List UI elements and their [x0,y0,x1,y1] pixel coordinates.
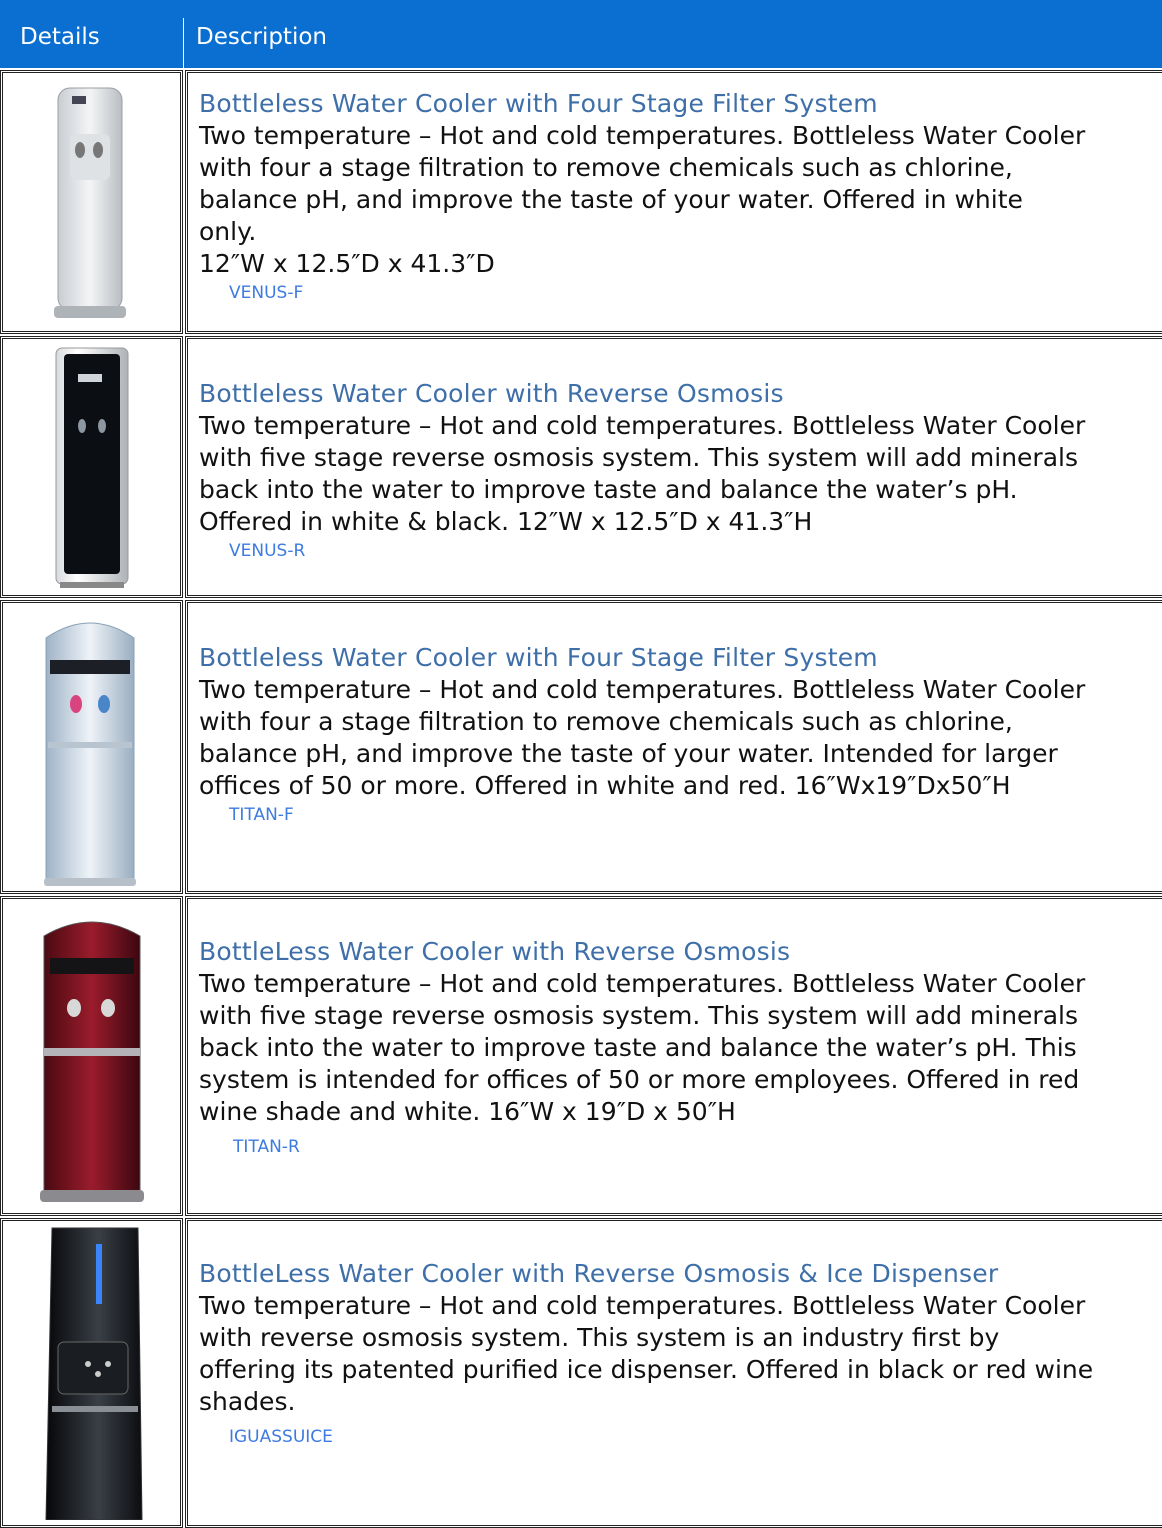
description-column-header: Description [196,24,327,50]
product-description: Bottleless Water Cooler with Four Stage … [187,88,1162,306]
model-link[interactable]: TITAN-F [187,802,1162,828]
model-link[interactable]: VENUS-F [187,280,1162,306]
white-large-water-cooler-icon [44,622,136,886]
product-description: BottleLess Water Cooler with Reverse Osm… [187,1258,1162,1450]
line: back into the water to improve taste and… [199,1033,1077,1062]
line: shades. [199,1387,296,1416]
line: Two temperature – Hot and cold temperatu… [199,675,1086,704]
line: Two temperature – Hot and cold temperatu… [199,121,1086,150]
black-slim-water-cooler-icon [55,347,129,588]
line: offering its patented purified ice dispe… [199,1355,1094,1384]
table-row: BottleLess Water Cooler with Reverse Osm… [0,1218,1162,1528]
header-divider [183,18,184,68]
line: 12″W x 12.5″D x 41.3″D [199,249,495,278]
line: with five stage reverse osmosis system. … [199,443,1078,472]
line: only. [199,217,257,246]
line: with four a stage filtration to remove c… [199,707,1013,736]
model-link[interactable]: TITAN-R [187,1128,1162,1160]
line: system is intended for offices of 50 or … [199,1065,1080,1094]
table-row: Bottleless Water Cooler with Four Stage … [0,600,1162,894]
line: Two temperature – Hot and cold temperatu… [199,411,1086,440]
product-title: Bottleless Water Cooler with Four Stage … [199,89,878,118]
product-title: BottleLess Water Cooler with Reverse Osm… [199,1259,999,1288]
line: balance pH, and improve the taste of you… [199,739,1058,768]
product-description: Bottleless Water Cooler with Four Stage … [187,642,1162,828]
line: balance pH, and improve the taste of you… [199,185,1023,214]
black-ice-dispenser-cooler-icon [45,1227,143,1520]
line: Two temperature – Hot and cold temperatu… [199,1291,1086,1320]
product-description: BottleLess Water Cooler with Reverse Osm… [187,936,1162,1160]
table-header: Details Description [0,0,1162,68]
line: Two temperature – Hot and cold temperatu… [199,969,1086,998]
white-slim-water-cooler-icon [54,87,126,318]
line: offices of 50 or more. Offered in white … [199,771,1011,800]
product-title: Bottleless Water Cooler with Four Stage … [199,643,878,672]
table-row: Bottleless Water Cooler with Reverse Osm… [0,336,1162,598]
product-title: BottleLess Water Cooler with Reverse Osm… [199,937,791,966]
table-row: BottleLess Water Cooler with Reverse Osm… [0,896,1162,1216]
line: Offered in white & black. 12″W x 12.5″D … [199,507,813,536]
line: with five stage reverse osmosis system. … [199,1001,1078,1030]
line: back into the water to improve taste and… [199,475,1018,504]
model-link[interactable]: IGUASSUICE [187,1418,1162,1450]
red-wine-water-cooler-icon [40,921,144,1202]
product-description: Bottleless Water Cooler with Reverse Osm… [187,378,1162,564]
line: with reverse osmosis system. This system… [199,1323,1000,1352]
details-column-header: Details [20,24,100,50]
table-row: Bottleless Water Cooler with Four Stage … [0,70,1162,334]
model-link[interactable]: VENUS-R [187,538,1162,564]
line: with four a stage filtration to remove c… [199,153,1013,182]
line: wine shade and white. 16″W x 19″D x 50″H [199,1097,736,1126]
product-title: Bottleless Water Cooler with Reverse Osm… [199,379,784,408]
